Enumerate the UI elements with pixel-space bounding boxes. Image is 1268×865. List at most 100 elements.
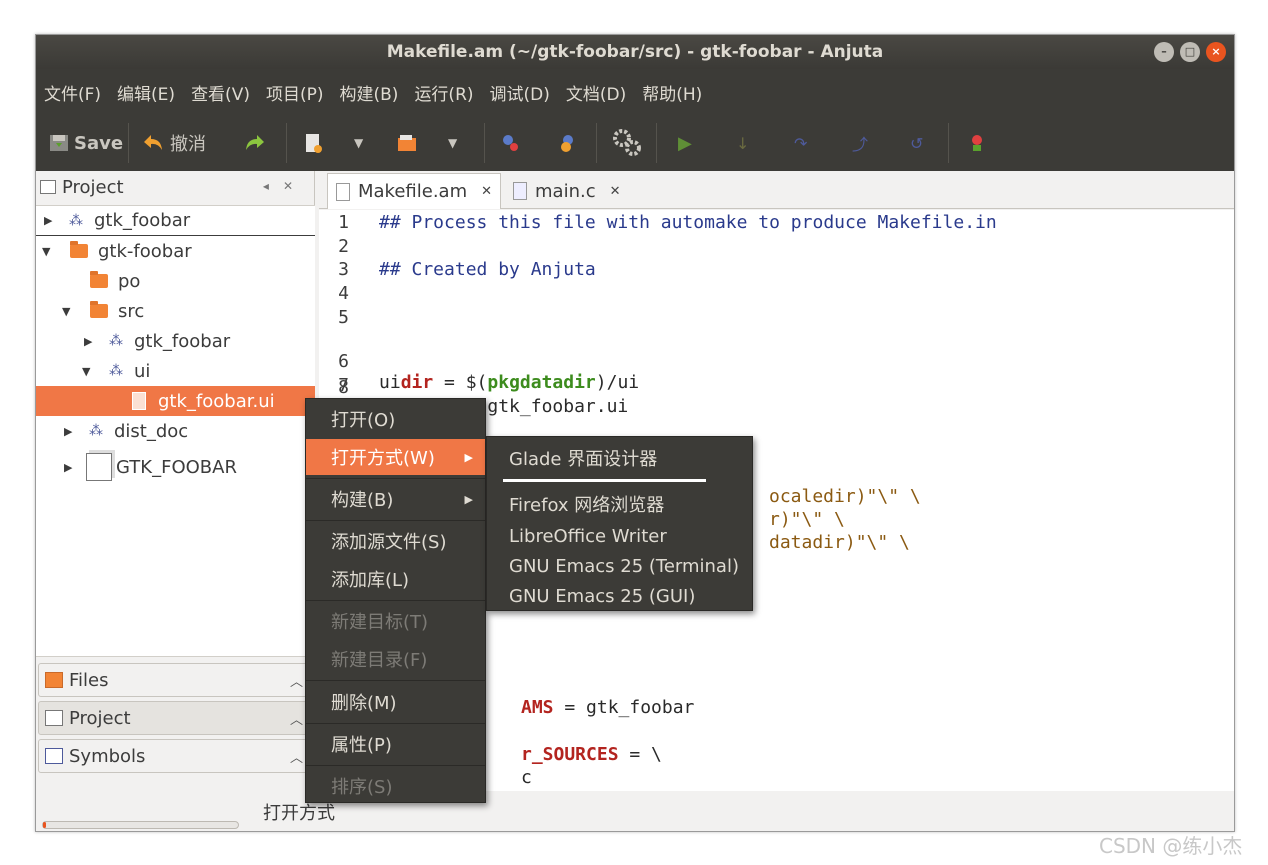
menu-separator [306,520,485,521]
code-line: 3 ## Created by Anjuta [319,259,1234,283]
menu-item-open[interactable]: 打开(O) [306,401,485,437]
save-button[interactable]: Save [48,115,123,171]
tree-row[interactable]: ▶ ⁂ gtk_foobar [36,326,315,356]
menu-item-label: 属性(P) [331,735,392,756]
open-with-emacs-terminal[interactable]: GNU Emacs 25 (Terminal) [487,551,752,581]
code-line: 1 ## Process this file with automake to p… [319,212,1234,236]
step-over-button[interactable]: ↷ [794,115,807,171]
tab-label: Project [69,707,131,729]
progress-bar [42,821,239,829]
step-out-button[interactable]: ⤴ [852,115,868,171]
source-icon [561,135,573,152]
expander-collapsed-icon[interactable]: ▶ [64,425,72,438]
tree-label: po [118,270,141,292]
build-button[interactable] [612,115,642,171]
menu-item-label: 新建目标(T) [331,612,429,633]
open-with-emacs-gui[interactable]: GNU Emacs 25 (GUI) [487,581,752,611]
tree-label: gtk_foobar.ui [158,390,275,412]
run-button[interactable]: ▶ [678,115,692,171]
menu-file[interactable]: 文件(F) [44,80,101,105]
menu-item-add-library[interactable]: 添加库(L) [306,561,485,597]
context-menu: 打开(O) 打开方式(W) ▶ 构建(B) ▶ 添加源文件(S) 添加库(L) 新建… [305,398,486,803]
add-target-button[interactable] [500,115,522,171]
open-file-button[interactable] [396,115,418,171]
folder-icon [90,271,108,288]
menu-project[interactable]: 项目(P) [266,80,324,105]
package-icon [86,453,112,481]
project-tree[interactable]: ▶ ⁂ gtk_foobar ▼ gtk-foobar po ▼ src ▶ ⁂ [36,205,315,657]
menu-separator [306,765,485,766]
file-icon [132,392,146,410]
add-source-button[interactable] [556,115,578,171]
expander-collapsed-icon[interactable]: ▶ [84,335,92,348]
expander-collapsed-icon[interactable]: ▶ [44,214,52,227]
toolbar-separator [656,123,657,163]
tree-row-selected[interactable]: gtk_foobar.ui [36,386,315,416]
run-to-cursor-icon: ↺ [910,133,924,153]
open-with-glade[interactable]: Glade 界面设计器 [487,443,752,473]
menu-item-delete[interactable]: 删除(M) [306,684,485,720]
tree-row[interactable]: ▼ ⁂ ui [36,356,315,386]
menu-build[interactable]: 构建(B) [340,80,399,105]
submenu-arrow-icon: ▶ [464,492,473,506]
submenu-separator [503,479,706,482]
menu-edit[interactable]: 编辑(E) [117,80,175,105]
tree-row[interactable]: ▼ src [36,296,315,326]
redo-button[interactable] [244,115,266,171]
undo-button[interactable]: 撤消 [142,115,206,171]
tree-row[interactable]: ▶ ⁂ dist_doc [36,416,315,446]
menu-documents[interactable]: 文档(D) [566,80,626,105]
folder-icon [90,301,108,318]
menu-item-add-source[interactable]: 添加源文件(S) [306,523,485,559]
menu-item-label: Glade 界面设计器 [509,449,658,470]
step-into-button[interactable]: ↓ [736,115,749,171]
expander-expanded-icon[interactable]: ▼ [62,305,70,318]
target-icon: ⁂ [89,423,103,439]
breakpoint-button[interactable] [966,115,988,171]
menu-item-build[interactable]: 构建(B) ▶ [306,481,485,517]
menu-item-open-with[interactable]: 打开方式(W) ▶ [306,439,485,475]
tree-row[interactable]: ▶ GTK_FOOBAR [36,452,315,482]
expander-expanded-icon[interactable]: ▼ [42,245,50,258]
toolbar-separator [128,123,129,163]
maximize-button[interactable]: □ [1180,42,1200,62]
menu-run[interactable]: 运行(R) [414,80,473,105]
line-text: ## Created by Anjuta [379,259,596,280]
toolbar-separator [596,123,597,163]
open-dropdown-button[interactable]: ▼ [448,115,457,171]
tab-makefile-am[interactable]: Makefile.am ✕ [327,173,502,209]
panel-header-buttons[interactable]: ◂✕ [263,179,307,193]
menu-item-label: 打开(O) [331,410,396,431]
target-icon: ⁂ [109,333,123,349]
tab-files[interactable]: Files ︿ [38,663,310,697]
open-with-firefox[interactable]: Firefox 网络浏览器 [487,489,752,519]
close-tab-icon[interactable]: ✕ [481,184,492,199]
menu-view[interactable]: 查看(V) [191,80,250,105]
menu-debug[interactable]: 调试(D) [490,80,550,105]
line-number: 4 [338,283,349,304]
project-panel: Project ◂✕ ▶ ⁂ gtk_foobar ▼ gtk-foobar p… [36,171,315,831]
minimize-button[interactable]: – [1154,42,1174,62]
tab-symbols[interactable]: Symbols ︿ [38,739,310,773]
redo-icon [246,135,264,150]
tree-row[interactable]: ▶ ⁂ gtk_foobar [36,206,315,236]
code-line: 7 ui_DATA = gtk_foobar.ui [319,354,1234,417]
expander-expanded-icon[interactable]: ▼ [82,365,90,378]
open-with-libreoffice[interactable]: LibreOffice Writer [487,521,752,551]
expander-collapsed-icon[interactable]: ▶ [64,461,72,474]
menu-item-new-folder: 新建目录(F) [306,641,485,677]
open-with-submenu: Glade 界面设计器 Firefox 网络浏览器 LibreOffice Wr… [486,436,753,611]
close-tab-icon[interactable]: ✕ [610,184,621,199]
new-file-button[interactable] [302,115,324,171]
tree-row[interactable]: po [36,266,315,296]
menu-help[interactable]: 帮助(H) [642,80,702,105]
title-bar: Makefile.am (~/gtk-foobar/src) - gtk-foo… [36,35,1234,69]
tree-row[interactable]: ▼ gtk-foobar [36,236,315,266]
close-button[interactable]: × [1206,42,1226,62]
tab-project[interactable]: Project ︿ [38,701,310,735]
menu-item-new-target: 新建目标(T) [306,603,485,639]
tab-main-c[interactable]: main.c ✕ [505,173,629,209]
new-dropdown-button[interactable]: ▼ [354,115,363,171]
menu-item-properties[interactable]: 属性(P) [306,726,485,762]
run-to-cursor-button[interactable]: ↺ [910,115,923,171]
